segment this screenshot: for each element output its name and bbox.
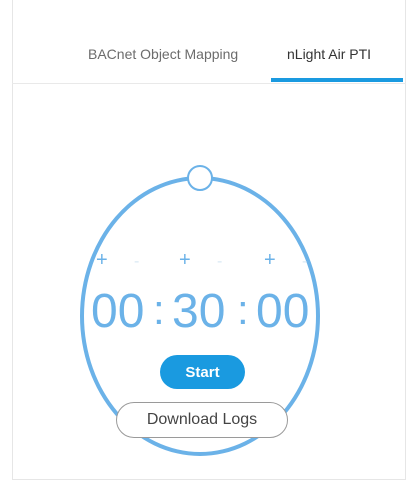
minutes-increment-button[interactable]: + [179,250,191,270]
hours-increment-button[interactable]: + [96,250,108,270]
download-logs-button[interactable]: Download Logs [116,402,288,438]
seconds-increment-button[interactable]: + [264,250,276,270]
tab-bar: BACnet Object Mapping nLight Air PTI [12,0,406,84]
timer-minutes: 30 [172,285,226,338]
hours-decrement-button[interactable]: - [134,252,139,272]
dial-handle[interactable] [187,165,213,191]
active-tab-indicator [271,78,403,82]
tab-bacnet-object-mapping[interactable]: BACnet Object Mapping [88,46,238,62]
tab-nlight-air-pti[interactable]: nLight Air PTI [287,46,371,62]
start-button[interactable]: Start [160,355,245,389]
timer-separator: : [237,286,249,333]
timer-hours: 00 [91,285,145,338]
timer-separator: : [153,286,165,333]
timer-seconds: 00 [256,285,310,338]
minutes-decrement-button[interactable]: - [217,252,222,272]
seconds-decrement-button[interactable]: - [302,252,307,272]
